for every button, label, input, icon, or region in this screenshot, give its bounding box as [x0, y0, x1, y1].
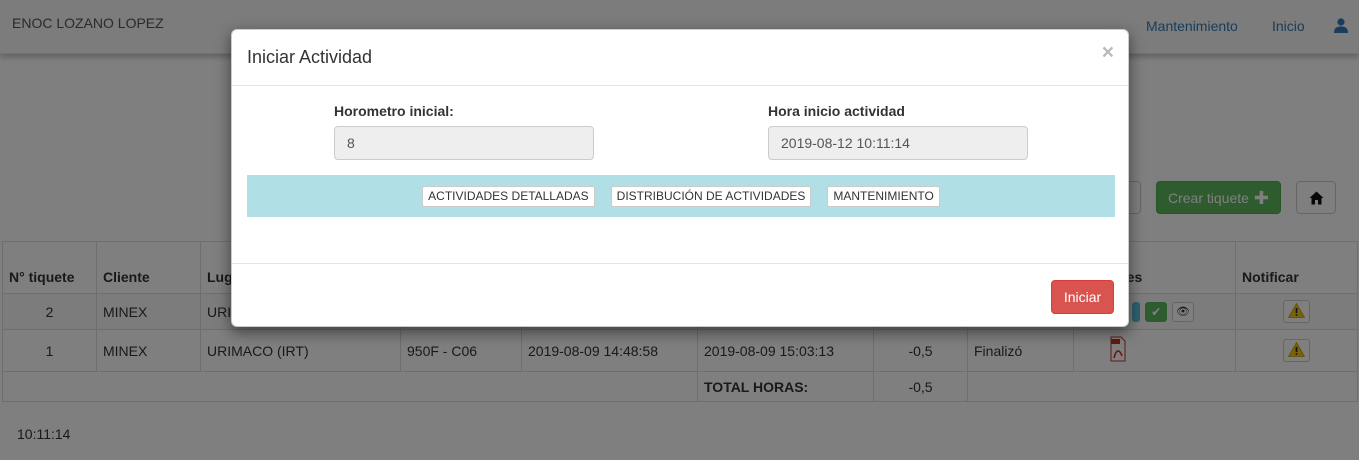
tab-distribucion-actividades[interactable]: DISTRIBUCIÓN DE ACTIVIDADES	[610, 185, 812, 207]
hora-inicio-input[interactable]: 2019-08-12 10:11:14	[768, 126, 1028, 160]
hora-inicio-label: Hora inicio actividad	[768, 103, 905, 119]
iniciar-button[interactable]: Iniciar	[1051, 280, 1114, 314]
modal-header: Iniciar Actividad ×	[232, 30, 1128, 86]
horometro-input[interactable]: 8	[334, 126, 594, 160]
activity-tab-bar: ACTIVIDADES DETALLADAS DISTRIBUCIÓN DE A…	[247, 175, 1115, 217]
tab-mantenimiento[interactable]: MANTENIMIENTO	[827, 185, 940, 207]
close-icon[interactable]: ×	[1102, 42, 1114, 63]
tab-actividades-detalladas[interactable]: ACTIVIDADES DETALLADAS	[422, 185, 595, 207]
iniciar-actividad-modal: Iniciar Actividad × Horometro inicial: 8…	[231, 29, 1129, 327]
horometro-label: Horometro inicial:	[334, 103, 454, 119]
modal-footer: Iniciar	[232, 263, 1128, 327]
modal-title: Iniciar Actividad	[247, 47, 373, 67]
